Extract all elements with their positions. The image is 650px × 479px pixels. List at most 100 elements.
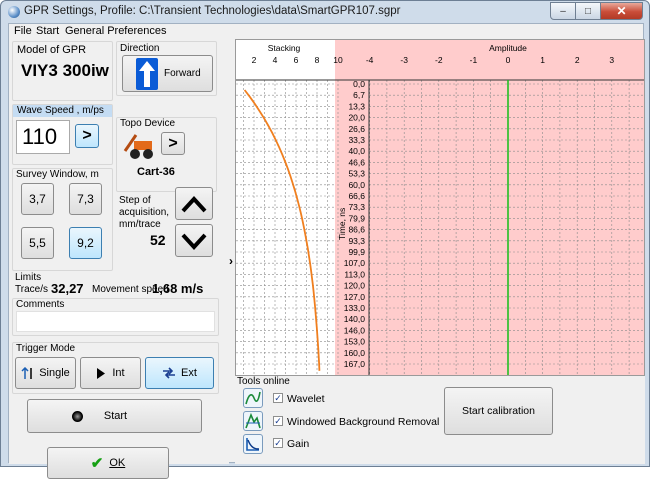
time-tick-label: 167,0 xyxy=(344,359,366,369)
time-tick-label: 86,6 xyxy=(348,225,365,235)
time-tick-label: 160,0 xyxy=(344,348,366,358)
survey-option-4[interactable]: 9,2 xyxy=(69,227,102,259)
trigger-label: Trigger Mode xyxy=(16,343,76,354)
ext-trigger-icon xyxy=(163,367,176,379)
chevron-up-icon xyxy=(181,195,207,212)
topo-label: Topo Device xyxy=(120,118,176,129)
time-tick-label: 26,6 xyxy=(348,124,365,134)
trigger-int-button[interactable]: Int xyxy=(80,357,141,389)
trigger-int-label: Int xyxy=(112,367,125,379)
survey-option-3[interactable]: 5,5 xyxy=(21,227,54,259)
gain-checkbox[interactable]: ✓ xyxy=(273,438,283,448)
stacking-tick-label: 2 xyxy=(252,55,257,65)
menu-bar: File Start General Preferences xyxy=(9,24,643,39)
time-tick-label: 146,0 xyxy=(344,325,366,335)
menu-file[interactable]: File xyxy=(14,25,32,37)
survey-window-label: Survey Window, m xyxy=(16,169,99,180)
ok-button[interactable]: ✔ OK xyxy=(47,447,169,479)
title-bar: GPR Settings, Profile: C:\Transient Tech… xyxy=(1,1,649,23)
wave-speed-field[interactable]: 110 xyxy=(16,120,70,154)
time-tick-label: 93,3 xyxy=(348,236,365,246)
app-window: GPR Settings, Profile: C:\Transient Tech… xyxy=(0,0,650,479)
trigger-ext-button[interactable]: Ext xyxy=(145,357,214,389)
gain-label: Gain xyxy=(287,438,310,450)
step-value: 52 xyxy=(150,232,166,248)
trigger-group: Trigger Mode Single Int Ext xyxy=(12,342,219,394)
start-button[interactable]: Start xyxy=(27,399,202,433)
menu-start[interactable]: Start xyxy=(36,25,59,37)
wave-speed-group: Wave Speed , m/ps 110 > xyxy=(12,104,113,165)
direction-button[interactable]: Forward xyxy=(122,55,213,92)
close-button[interactable]: ✕ xyxy=(601,2,643,20)
comments-input[interactable] xyxy=(16,311,215,332)
trace-label: Trace/s xyxy=(15,284,48,295)
stacking-tick-label: 6 xyxy=(294,55,299,65)
window-controls: – □ ✕ xyxy=(550,2,643,20)
stacking-tick-label: 8 xyxy=(315,55,320,65)
tools-online-label: Tools online xyxy=(237,376,290,387)
time-axis-label: Time, ns xyxy=(337,208,347,240)
play-icon xyxy=(97,367,106,379)
trigger-ext-label: Ext xyxy=(181,367,197,379)
wave-speed-button[interactable]: > xyxy=(75,124,99,148)
amplitude-tick-label: -4 xyxy=(366,55,374,65)
topo-group: Topo Device > Cart-36 xyxy=(116,117,217,192)
window-title: GPR Settings, Profile: C:\Transient Tech… xyxy=(24,5,401,17)
time-tick-label: 127,0 xyxy=(344,292,366,302)
time-tick-label: 133,0 xyxy=(344,303,366,313)
chevron-down-icon xyxy=(181,233,207,250)
step-up-button[interactable] xyxy=(175,187,213,220)
minimize-button[interactable]: – xyxy=(550,2,576,20)
arrow-up-icon xyxy=(136,57,158,90)
wave-speed-label: Wave Speed , m/ps xyxy=(13,105,112,117)
start-calibration-button[interactable]: Start calibration xyxy=(444,387,553,435)
wave-speed-value: 110 xyxy=(22,124,58,149)
gain-tool-icon[interactable] xyxy=(243,434,263,454)
stacking-title: Stacking xyxy=(268,43,301,53)
time-tick-label: 107,0 xyxy=(344,258,366,268)
survey-option-2[interactable]: 7,3 xyxy=(69,183,102,215)
gpr-graph: 0,0 6,7 13,3 20,0 26,6 33,3 40,0 46,6 53,3 60,0 66… xyxy=(235,39,645,376)
time-tick-label: 40,0 xyxy=(348,146,365,156)
ok-button-label: OK xyxy=(109,457,126,469)
app-icon xyxy=(8,6,20,18)
background-removal-checkbox[interactable]: ✓ xyxy=(273,416,283,426)
wavelet-checkbox[interactable]: ✓ xyxy=(273,393,283,403)
time-tick-label: 46,6 xyxy=(348,157,365,167)
comments-label: Comments xyxy=(16,299,65,310)
model-group: Model of GPR VIY3 300iw xyxy=(12,41,113,101)
amplitude-tick-label: 0 xyxy=(506,55,511,65)
model-label: Model of GPR xyxy=(17,44,87,56)
step-down-button[interactable] xyxy=(175,224,213,257)
time-tick-label: 6,7 xyxy=(353,90,365,100)
speed-value: 1,68 m/s xyxy=(152,281,204,296)
start-button-label: Start xyxy=(103,410,128,422)
stacking-tick-label: 10 xyxy=(333,55,343,65)
survey-option-1[interactable]: 3,7 xyxy=(21,183,54,215)
maximize-button[interactable]: □ xyxy=(576,2,601,20)
time-tick-label: 60,0 xyxy=(348,180,365,190)
limits-label: Limits xyxy=(15,272,42,283)
trigger-single-button[interactable]: Single xyxy=(15,357,76,389)
stacking-tick-label: 4 xyxy=(273,55,278,65)
time-tick-label: 153,0 xyxy=(344,337,366,347)
amplitude-tick-label: 2 xyxy=(575,55,580,65)
topo-button[interactable]: > xyxy=(161,132,185,155)
amplitude-tick-label: 1 xyxy=(540,55,545,65)
amplitude-tick-label: 3 xyxy=(609,55,614,65)
model-value: VIY3 300iw xyxy=(21,61,109,80)
topo-device-name: Cart-36 xyxy=(137,166,175,178)
background-removal-label: Windowed Background Removal xyxy=(287,416,440,428)
amplitude-tick-label: -3 xyxy=(400,55,408,65)
time-tick-label: 120,0 xyxy=(344,281,366,291)
menu-general-preferences[interactable]: General Preferences xyxy=(65,25,167,37)
background-removal-tool-icon[interactable] xyxy=(243,411,263,431)
trigger-single-label: Single xyxy=(39,367,70,379)
trace-value: 32,27 xyxy=(51,281,84,296)
client-area: File Start General Preferences Model of … xyxy=(8,23,645,479)
time-tick-label: 73,3 xyxy=(348,202,365,212)
wavelet-tool-icon[interactable] xyxy=(243,388,263,408)
time-tick-label: 53,3 xyxy=(348,169,365,179)
checkmark-icon: ✔ xyxy=(90,455,104,472)
time-tick-label: 66,6 xyxy=(348,191,365,201)
